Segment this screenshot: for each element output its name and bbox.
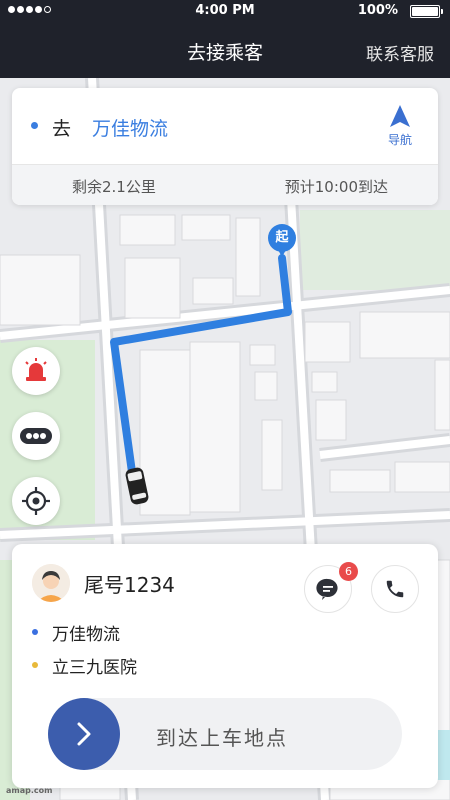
dropoff-name: 立三九医院 (52, 658, 137, 678)
slider-label: 到达上车地点 (156, 726, 288, 750)
locate-button[interactable] (12, 477, 60, 525)
start-pin: 起 (268, 224, 296, 260)
remaining-distance: 剩余2.1公里 (72, 178, 156, 196)
more-icon (20, 428, 52, 444)
battery-icon (410, 5, 443, 18)
destination-prefix: 去 (52, 118, 72, 140)
alarm-icon (25, 358, 47, 381)
avatar (32, 564, 70, 602)
destination-card: 去 万佳物流 导航 剩余2.1公里 预计10:00到达 (12, 88, 438, 205)
passenger-tail-number: 尾号1234 (84, 573, 175, 597)
message-count-badge: 6 (339, 562, 358, 581)
navigation-button[interactable]: 导航 (380, 104, 420, 148)
car-icon (125, 467, 149, 505)
status-bar: 4:00 PM 100% (0, 0, 450, 22)
chat-icon (316, 578, 338, 600)
arrive-slider[interactable]: 到达上车地点 (48, 698, 402, 770)
pickup-dot (32, 629, 38, 635)
contact-service-button[interactable]: 联系客服 (366, 40, 434, 65)
amap-watermark: amap.com (6, 786, 53, 795)
chevron-right-icon (77, 722, 91, 746)
alarm-button[interactable] (12, 347, 60, 395)
navigation-arrow-icon (390, 105, 410, 127)
battery-percent: 100% (357, 3, 398, 18)
slider-knob[interactable] (48, 698, 120, 770)
dropoff-dot (32, 662, 38, 668)
more-button[interactable] (12, 412, 60, 460)
call-button[interactable] (371, 565, 419, 613)
passenger-avatar-icon (32, 564, 70, 602)
navigation-label: 导航 (387, 133, 412, 147)
locate-icon (22, 487, 50, 515)
nav-bar: 去接乘客 联系客服 (0, 22, 450, 78)
phone-icon (386, 580, 404, 598)
destination-name: 万佳物流 (92, 118, 169, 140)
pickup-name: 万佳物流 (52, 625, 120, 645)
eta-text: 预计10:00到达 (284, 178, 388, 196)
destination-dot (31, 122, 38, 129)
passenger-card: 尾号1234 6 万佳物流 立三九医院 到达上车地点 (12, 544, 438, 788)
